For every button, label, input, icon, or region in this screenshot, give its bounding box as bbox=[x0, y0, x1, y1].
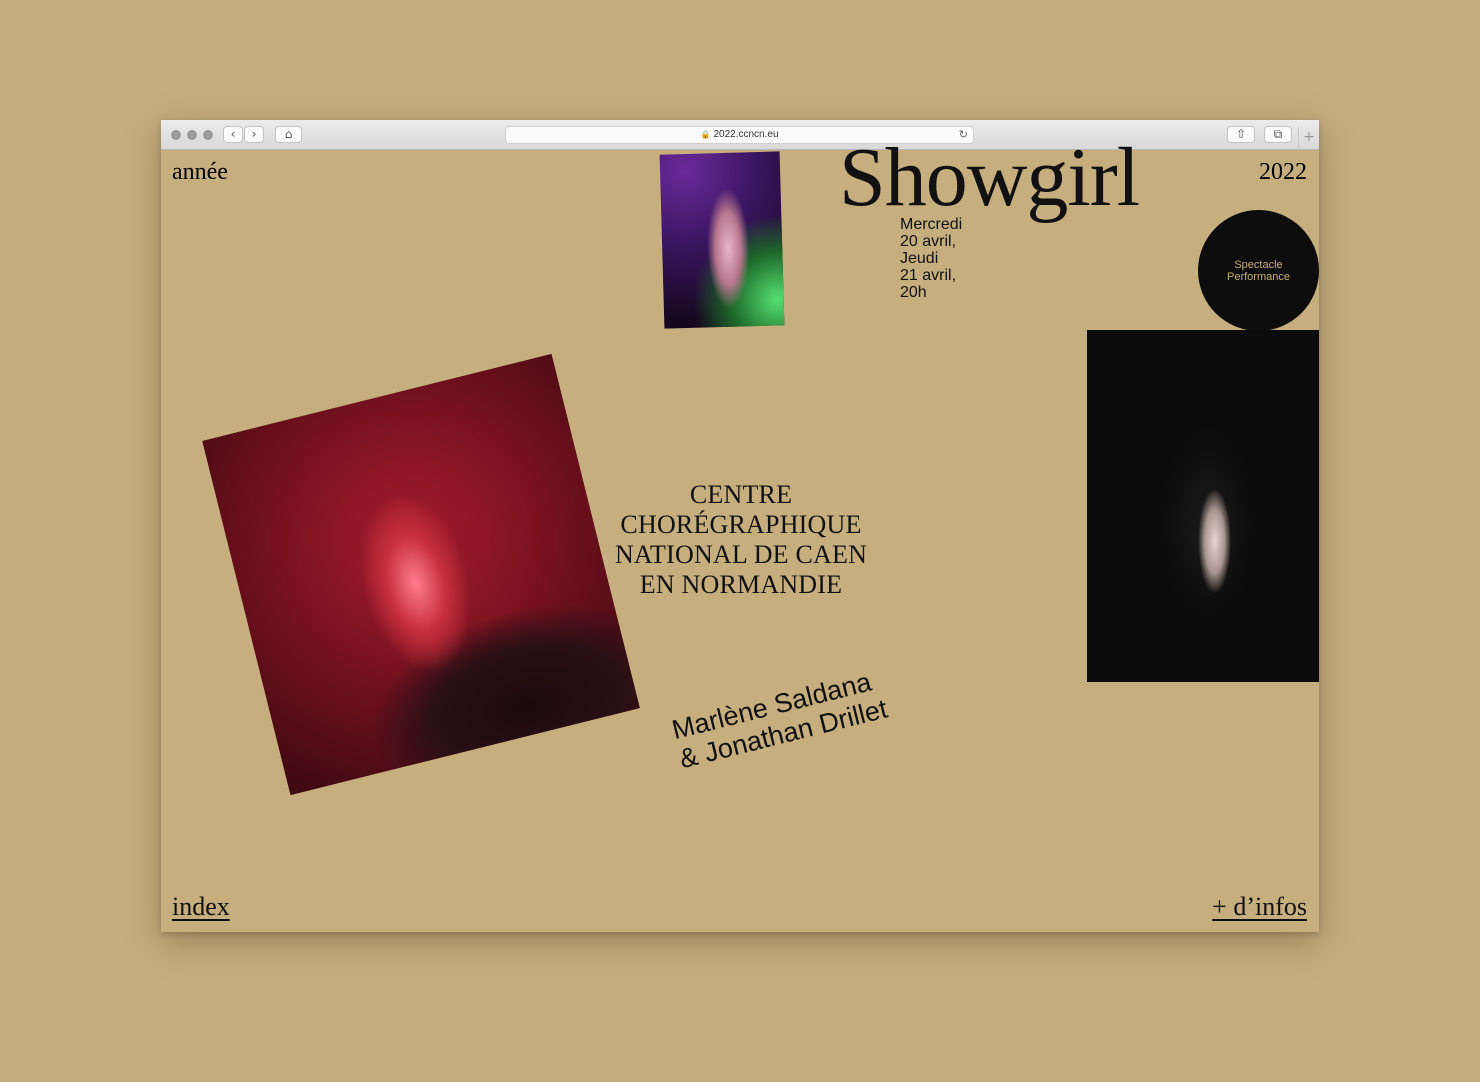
performer-photo-purple bbox=[659, 151, 785, 329]
lock-icon: 🔒 bbox=[700, 130, 711, 139]
tabs-overview-button[interactable]: ⧉ bbox=[1264, 126, 1292, 143]
artists-names: Marlène Saldana & Jonathan Drillet bbox=[669, 664, 890, 775]
institution-line: CHORÉGRAPHIQUE bbox=[620, 510, 862, 539]
date-line: Mercredi bbox=[900, 216, 963, 233]
page-title: Showgirl bbox=[839, 131, 1140, 224]
home-button[interactable]: ⌂ bbox=[275, 126, 302, 143]
badge-line: Spectacle bbox=[1234, 258, 1283, 271]
tabs-icon: ⧉ bbox=[1273, 127, 1283, 141]
share-icon: ⇧ bbox=[1235, 127, 1247, 141]
date-line: 20h bbox=[900, 284, 927, 301]
institution-line: CENTRE bbox=[689, 480, 793, 509]
date-line: 20 avril, bbox=[900, 233, 957, 250]
url-text: 2022.ccncn.eu bbox=[713, 129, 779, 140]
share-button[interactable]: ⇧ bbox=[1227, 126, 1255, 143]
institution-line: EN NORMANDIE bbox=[639, 570, 843, 599]
close-window-dot[interactable] bbox=[171, 130, 181, 140]
home-icon: ⌂ bbox=[284, 127, 293, 141]
institution-line: NATIONAL DE CAEN bbox=[614, 540, 868, 569]
browser-window: ‹ › ⌂ 🔒 2022.ccncn.eu ↻ ⇧ ⧉ + année 2022 … bbox=[161, 120, 1319, 932]
event-dates: Mercredi 20 avril, Jeudi 21 avril, 20h bbox=[900, 216, 962, 301]
browser-toolbar: ‹ › ⌂ 🔒 2022.ccncn.eu ↻ ⇧ ⧉ + bbox=[161, 120, 1319, 150]
performer-photo-red bbox=[202, 353, 640, 796]
performer-photo-black bbox=[1087, 330, 1319, 682]
plus-icon: + bbox=[1303, 129, 1315, 145]
date-line: Jeudi bbox=[900, 250, 939, 267]
institution-name: CENTRE CHORÉGRAPHIQUE NATIONAL DE CAEN E… bbox=[591, 480, 891, 600]
year-label: 2022 bbox=[1259, 159, 1307, 185]
new-tab-button[interactable]: + bbox=[1298, 127, 1319, 149]
page-content: année 2022 Showgirl Mercredi 20 avril, J… bbox=[161, 136, 1319, 932]
chevron-right-icon: › bbox=[251, 127, 257, 141]
category-badge: Spectacle Performance bbox=[1198, 210, 1319, 331]
minimize-window-dot[interactable] bbox=[187, 130, 197, 140]
back-button[interactable]: ‹ bbox=[223, 126, 243, 143]
section-label: année bbox=[172, 159, 228, 185]
badge-line: Performance bbox=[1227, 270, 1290, 283]
index-link[interactable]: index bbox=[172, 892, 230, 922]
date-line: 21 avril, bbox=[900, 267, 957, 284]
maximize-window-dot[interactable] bbox=[203, 130, 213, 140]
more-info-link[interactable]: + d’infos bbox=[1212, 892, 1307, 922]
forward-button[interactable]: › bbox=[244, 126, 264, 143]
chevron-left-icon: ‹ bbox=[230, 127, 236, 141]
